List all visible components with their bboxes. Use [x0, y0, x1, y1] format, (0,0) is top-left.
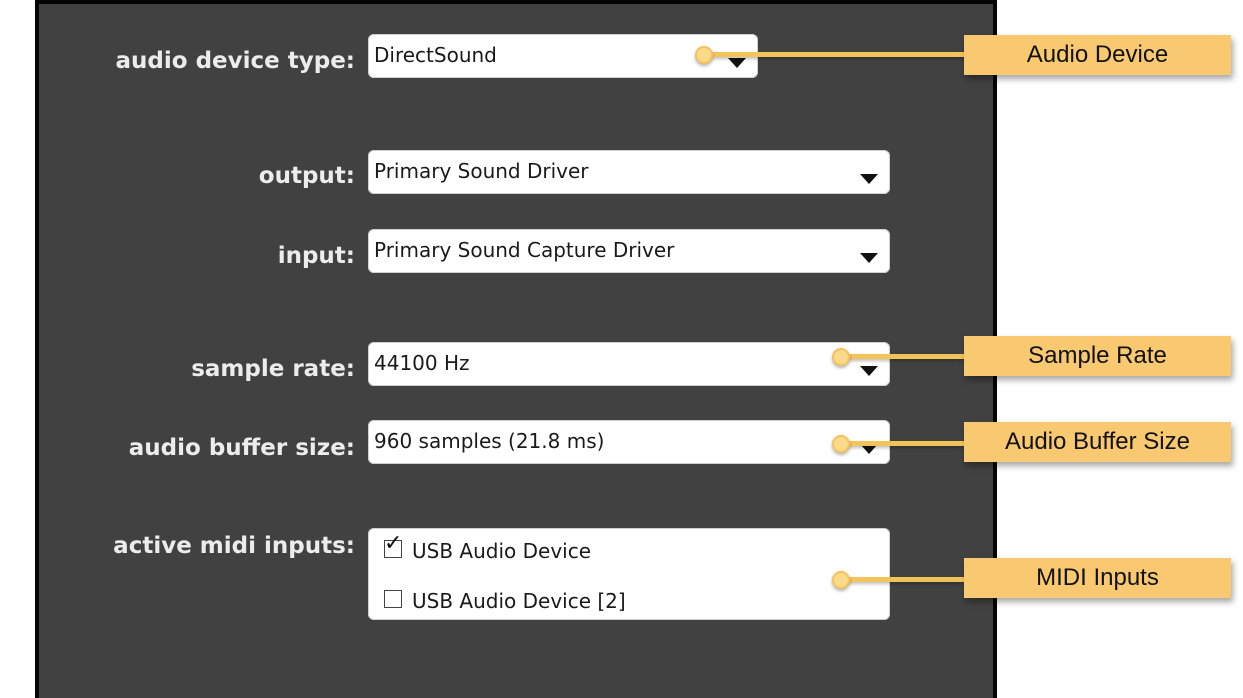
page: audio device type: DirectSound output: P…	[0, 0, 1243, 698]
input-label: input:	[277, 243, 355, 269]
checkbox-unchecked[interactable]	[384, 590, 402, 608]
output-value: Primary Sound Driver	[374, 159, 589, 183]
output-select[interactable]: Primary Sound Driver	[368, 150, 890, 194]
checkmark-icon: ✓	[384, 531, 403, 556]
callout-connector	[702, 52, 966, 57]
callout-connector	[840, 577, 966, 582]
audio-device-type-label: audio device type:	[115, 48, 355, 74]
chevron-down-icon	[860, 366, 878, 376]
audio-buffer-size-select[interactable]: 960 samples (21.8 ms)	[368, 420, 890, 464]
callout-connector	[840, 441, 966, 446]
chevron-down-icon	[860, 174, 878, 184]
midi-inputs-list: ✓ USB Audio Device USB Audio Device [2]	[368, 528, 890, 620]
active-midi-inputs-label: active midi inputs:	[113, 533, 355, 559]
sample-rate-label: sample rate:	[191, 356, 355, 382]
midi-input-label: USB Audio Device	[412, 539, 592, 563]
midi-input-label: USB Audio Device [2]	[412, 589, 626, 613]
callout-sample-rate: Sample Rate	[964, 336, 1231, 376]
callout-dot	[832, 348, 850, 366]
checkbox-checked[interactable]: ✓	[384, 531, 402, 558]
output-label: output:	[258, 163, 355, 189]
callout-dot	[832, 571, 850, 589]
audio-device-type-value: DirectSound	[374, 43, 497, 67]
sample-rate-select[interactable]: 44100 Hz	[368, 342, 890, 386]
input-select[interactable]: Primary Sound Capture Driver	[368, 229, 890, 273]
sample-rate-value: 44100 Hz	[374, 351, 470, 375]
input-value: Primary Sound Capture Driver	[374, 238, 675, 262]
callout-midi-inputs: MIDI Inputs	[964, 558, 1231, 598]
chevron-down-icon	[728, 58, 746, 68]
callout-dot	[695, 46, 713, 64]
callout-audio-buffer-size: Audio Buffer Size	[964, 422, 1231, 462]
audio-buffer-size-label: audio buffer size:	[128, 435, 355, 461]
audio-buffer-size-value: 960 samples (21.8 ms)	[374, 429, 605, 453]
chevron-down-icon	[860, 253, 878, 263]
callout-dot	[832, 435, 850, 453]
callout-audio-device: Audio Device	[964, 35, 1231, 75]
callout-connector	[840, 354, 966, 359]
